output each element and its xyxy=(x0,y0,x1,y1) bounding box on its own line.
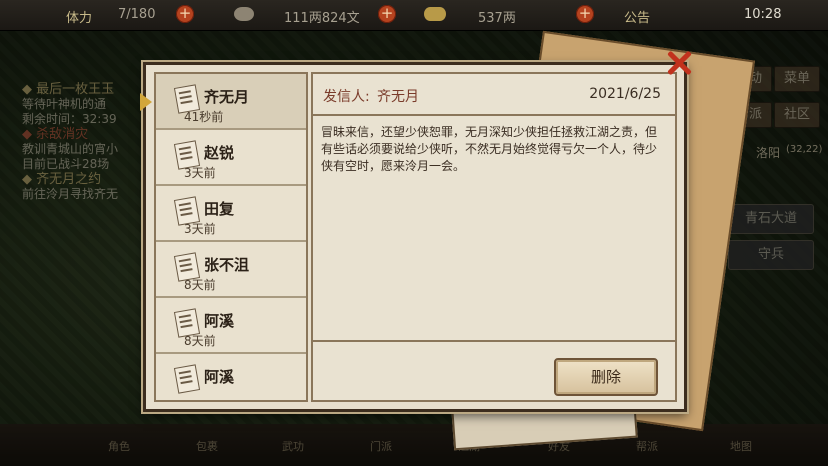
mail-time: 41秒前 xyxy=(184,110,224,124)
mail-list-item[interactable]: 齐无月 41秒前 xyxy=(156,74,306,130)
mail-list[interactable]: 齐无月 41秒前 赵锐 3天前 田复 3天前 张不沮 8天前 阿溪 8天前 阿溪 xyxy=(154,72,308,402)
coin-icon xyxy=(234,7,254,21)
mail-sender: 阿溪 xyxy=(204,368,235,386)
stamina-value: 7/180 xyxy=(118,7,156,22)
mail-time: 8天前 xyxy=(184,334,216,348)
selection-arrow-icon xyxy=(140,93,152,111)
mail-footer: 删除 xyxy=(313,340,675,400)
status-bar: 体力 7/180 + 111两824文 + 537两 + 公告 10:28 xyxy=(0,0,828,31)
mail-sender: 田复 xyxy=(204,200,235,218)
add-stamina-button[interactable]: + xyxy=(176,5,194,23)
add-money-button[interactable]: + xyxy=(378,5,396,23)
gold-value: 537两 xyxy=(478,11,516,26)
announcement-button[interactable]: 公告 xyxy=(624,7,650,26)
from-label: 发信人: xyxy=(323,89,370,105)
mail-dialog: 齐无月 41秒前 赵锐 3天前 田复 3天前 张不沮 8天前 阿溪 8天前 阿溪 xyxy=(140,62,687,412)
mail-body: 冒昧来信，还望少侠恕罪，无月深知少侠担任拯救江湖之责，但有些话必须要说给少侠听，… xyxy=(321,125,658,173)
close-icon[interactable] xyxy=(664,48,694,78)
mail-header: 发信人: 齐无月 2021/6/25 xyxy=(313,74,675,116)
mail-list-item[interactable]: 田复 3天前 xyxy=(156,186,306,242)
mail-content: 发信人: 齐无月 2021/6/25 冒昧来信，还望少侠恕罪，无月深知少侠担任拯… xyxy=(311,72,677,402)
mail-list-item[interactable]: 阿溪 xyxy=(156,354,306,400)
mail-sender: 阿溪 xyxy=(204,312,235,330)
mail-time: 3天前 xyxy=(184,222,216,236)
add-gold-button[interactable]: + xyxy=(576,5,594,23)
mail-time: 3天前 xyxy=(184,166,216,180)
gold-icon xyxy=(424,7,446,21)
mail-date: 2021/6/25 xyxy=(589,86,661,102)
mail-list-item[interactable]: 张不沮 8天前 xyxy=(156,242,306,298)
mail-sender: 赵锐 xyxy=(204,144,235,162)
money-value: 111两824文 xyxy=(284,11,360,26)
from-name: 齐无月 xyxy=(377,89,419,105)
mail-sender: 齐无月 xyxy=(204,88,250,106)
stamina-label: 体力 xyxy=(66,11,93,26)
clock: 10:28 xyxy=(744,7,782,22)
mail-list-item[interactable]: 赵锐 3天前 xyxy=(156,130,306,186)
delete-button[interactable]: 删除 xyxy=(554,358,658,396)
mail-time: 8天前 xyxy=(184,278,216,292)
mail-list-item[interactable]: 阿溪 8天前 xyxy=(156,298,306,354)
mail-sender: 张不沮 xyxy=(204,256,250,274)
letter-icon xyxy=(173,364,201,394)
